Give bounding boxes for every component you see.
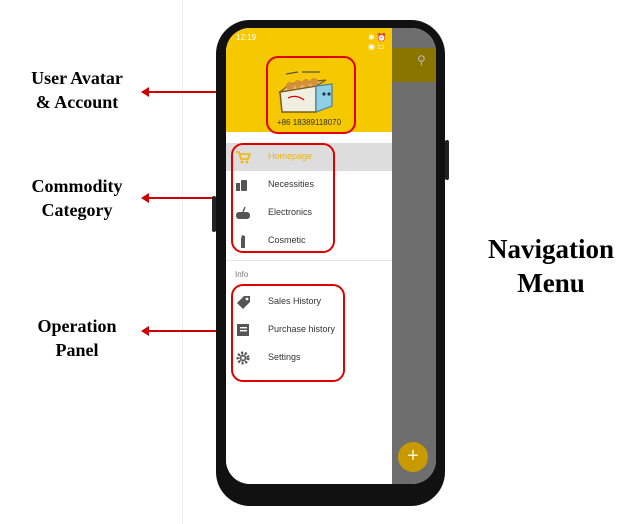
avatar-highlight-box: [266, 56, 356, 134]
category-annotation: Commodity Category: [31, 176, 123, 220]
dimmed-toolbar: [392, 48, 436, 82]
search-icon[interactable]: ⚲: [417, 53, 426, 67]
section-label-info: Info: [235, 270, 249, 279]
avatar-annotation: User Avatar & Account: [31, 68, 123, 112]
divider-line: [182, 0, 183, 524]
category-highlight-box: [231, 143, 335, 253]
operation-annotation: Operation Panel: [37, 316, 117, 360]
drawer-scrim[interactable]: [392, 28, 436, 484]
status-time: 12:19: [236, 33, 257, 42]
menu-divider: [226, 260, 392, 261]
status-icons: ✱ ⏰ ◉ ▭: [368, 33, 387, 51]
navigation-annotation: Navigation Menu: [487, 234, 614, 298]
add-fab-button[interactable]: +: [398, 442, 428, 472]
operation-highlight-box: [231, 284, 345, 382]
power-button: [445, 140, 449, 180]
volume-button: [212, 196, 216, 232]
